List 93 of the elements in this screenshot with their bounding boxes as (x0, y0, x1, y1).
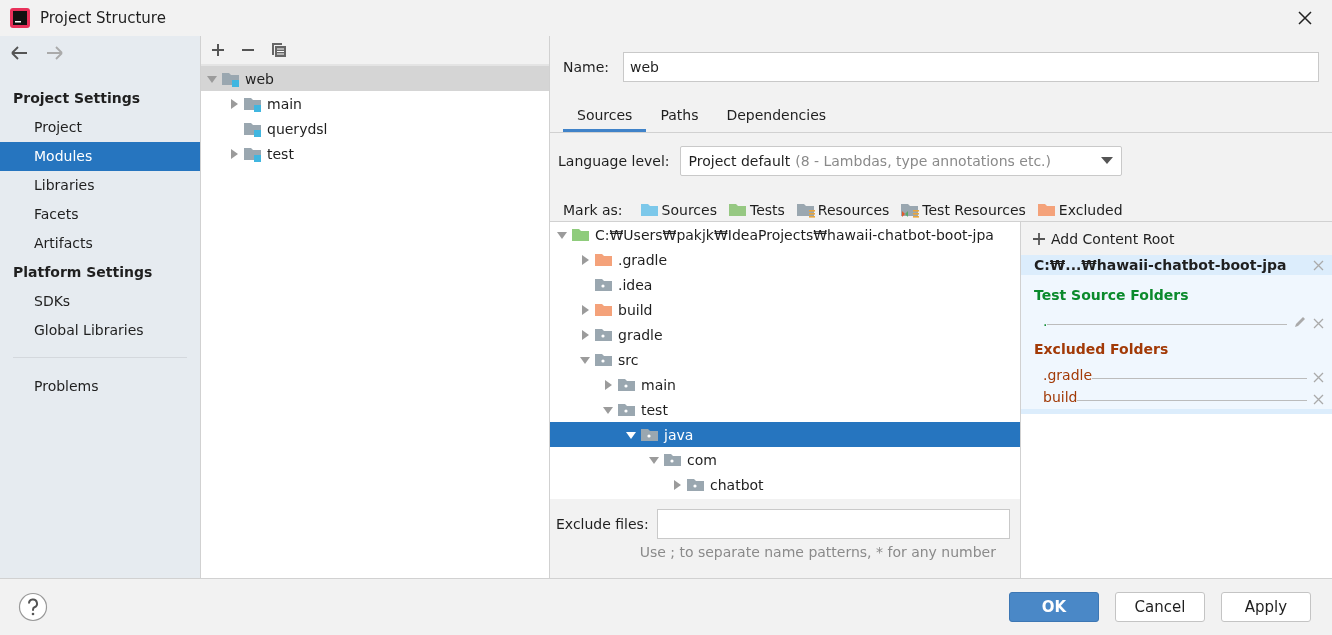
forward-arrow-icon[interactable] (46, 45, 64, 61)
sidebar-item[interactable]: Modules (0, 142, 200, 171)
collapse-arrow-icon[interactable] (579, 303, 591, 316)
section-heading: Platform Settings (12, 263, 154, 282)
folder-icon (595, 351, 613, 368)
add-icon (1033, 232, 1045, 245)
tree-row[interactable]: java (550, 422, 1020, 447)
tab[interactable]: Sources (563, 103, 647, 132)
content-root-path: C:₩...₩hawaii-chatbot-boot-jpa (1034, 257, 1287, 273)
tree-row[interactable]: gradle (550, 322, 1020, 347)
tab[interactable]: Dependencies (712, 103, 841, 132)
folder-section-title: Test Source Folders (1033, 286, 1190, 305)
collapse-arrow-icon[interactable] (579, 253, 591, 266)
tree-row[interactable]: main (550, 372, 1020, 397)
module-folder-icon (222, 70, 240, 87)
module-folder-icon (244, 120, 262, 137)
folder-icon (664, 451, 682, 468)
mark-as-button[interactable]: Test Resources (901, 202, 1026, 218)
name-field[interactable]: web (623, 52, 1319, 82)
tree-row[interactable]: src (550, 347, 1020, 372)
collapse-arrow-icon[interactable] (671, 478, 683, 491)
excluded-folder-icon (1037, 202, 1056, 218)
tree-row[interactable]: chatbot (550, 472, 1020, 497)
collapse-arrow-icon[interactable] (602, 378, 614, 391)
help-icon[interactable] (18, 592, 48, 622)
sidebar-item[interactable]: Global Libraries (0, 316, 200, 345)
back-arrow-icon[interactable] (10, 45, 28, 61)
section-heading: Project Settings (12, 89, 142, 108)
test-resources-folder-icon (901, 202, 920, 218)
add-icon[interactable] (211, 43, 225, 57)
tree-row[interactable]: .gradle (550, 247, 1020, 272)
add-content-root-button[interactable]: Add Content Root (1021, 222, 1332, 255)
folder-section-title: Excluded Folders (1033, 340, 1170, 359)
collapse-arrow-icon[interactable] (579, 328, 591, 341)
collapse-arrow-icon[interactable] (228, 97, 240, 110)
module-folder-icon (244, 95, 262, 112)
copy-icon[interactable] (271, 42, 287, 58)
tree-row[interactable]: test (201, 141, 549, 166)
name-label: Name: (563, 59, 610, 75)
tests-folder-icon (728, 202, 747, 218)
app-logo-icon (10, 8, 30, 28)
folder-icon (618, 376, 636, 393)
dialog-button[interactable]: OK (1009, 592, 1099, 622)
folder-icon (687, 476, 705, 493)
language-level-label: Language level: (558, 153, 670, 169)
tree-row[interactable]: C:₩Users₩pakjk₩IdeaProjects₩hawaii-chatbot-boot-jpa (550, 222, 1020, 247)
sidebar-item[interactable]: SDKs (0, 287, 200, 316)
dropdown-arrow-icon (1100, 157, 1113, 165)
folder-path: build (1043, 389, 1078, 405)
collapse-arrow-icon[interactable] (228, 147, 240, 160)
remove-x-icon[interactable] (1313, 259, 1324, 271)
folder-icon (595, 276, 613, 293)
folder-icon (641, 426, 659, 443)
window-title: Project Structure (40, 9, 166, 27)
dialog-button[interactable]: Cancel (1115, 592, 1205, 622)
mark-as-button[interactable]: Sources (640, 202, 717, 218)
exclude-files-field[interactable] (656, 509, 1010, 539)
sidebar-item[interactable]: Artifacts (0, 229, 200, 258)
sidebar-item[interactable]: Problems (0, 372, 200, 401)
exclude-files-label: Exclude files: (556, 516, 649, 532)
close-icon[interactable] (1298, 11, 1312, 25)
tree-row[interactable]: .idea (550, 272, 1020, 297)
excluded-folder-icon (595, 301, 613, 318)
tree-row[interactable]: test (550, 397, 1020, 422)
hint-text: Use ; to separate name patterns, * for any number (638, 543, 997, 560)
tree-row[interactable]: web (201, 66, 549, 91)
sources-folder-icon (640, 202, 659, 218)
tree-row[interactable]: com (550, 447, 1020, 472)
tab[interactable]: Paths (646, 103, 713, 132)
tree-row[interactable]: main (201, 91, 549, 116)
folder-icon (618, 401, 636, 418)
dialog-button[interactable]: Apply (1221, 592, 1311, 622)
mark-as-label: Mark as: (563, 202, 623, 218)
resources-folder-icon (796, 202, 815, 218)
edit-pencil-icon[interactable] (1293, 315, 1307, 329)
remove-x-icon[interactable] (1313, 318, 1324, 329)
language-level-dropdown[interactable]: Project default (8 - Lambdas, type annotations etc.) (679, 146, 1122, 176)
remove-x-icon[interactable] (1313, 372, 1324, 383)
sidebar-item[interactable]: Project (0, 113, 200, 142)
excluded-folder-icon (595, 251, 613, 268)
sidebar-item[interactable]: Libraries (0, 171, 200, 200)
mark-as-button[interactable]: Tests (728, 202, 785, 218)
folder-path: .gradle (1043, 367, 1093, 383)
sidebar-item[interactable]: Facets (0, 200, 200, 229)
mark-as-button[interactable]: Resources (796, 202, 890, 218)
tree-row[interactable]: build (550, 297, 1020, 322)
remove-x-icon[interactable] (1313, 394, 1324, 405)
tree-row[interactable]: querydsl (201, 116, 549, 141)
folder-icon (595, 326, 613, 343)
mark-as-button[interactable]: Excluded (1037, 202, 1123, 218)
folder-path: . (1043, 313, 1048, 329)
content-root-folder-icon (572, 226, 590, 243)
module-folder-icon (244, 145, 262, 162)
